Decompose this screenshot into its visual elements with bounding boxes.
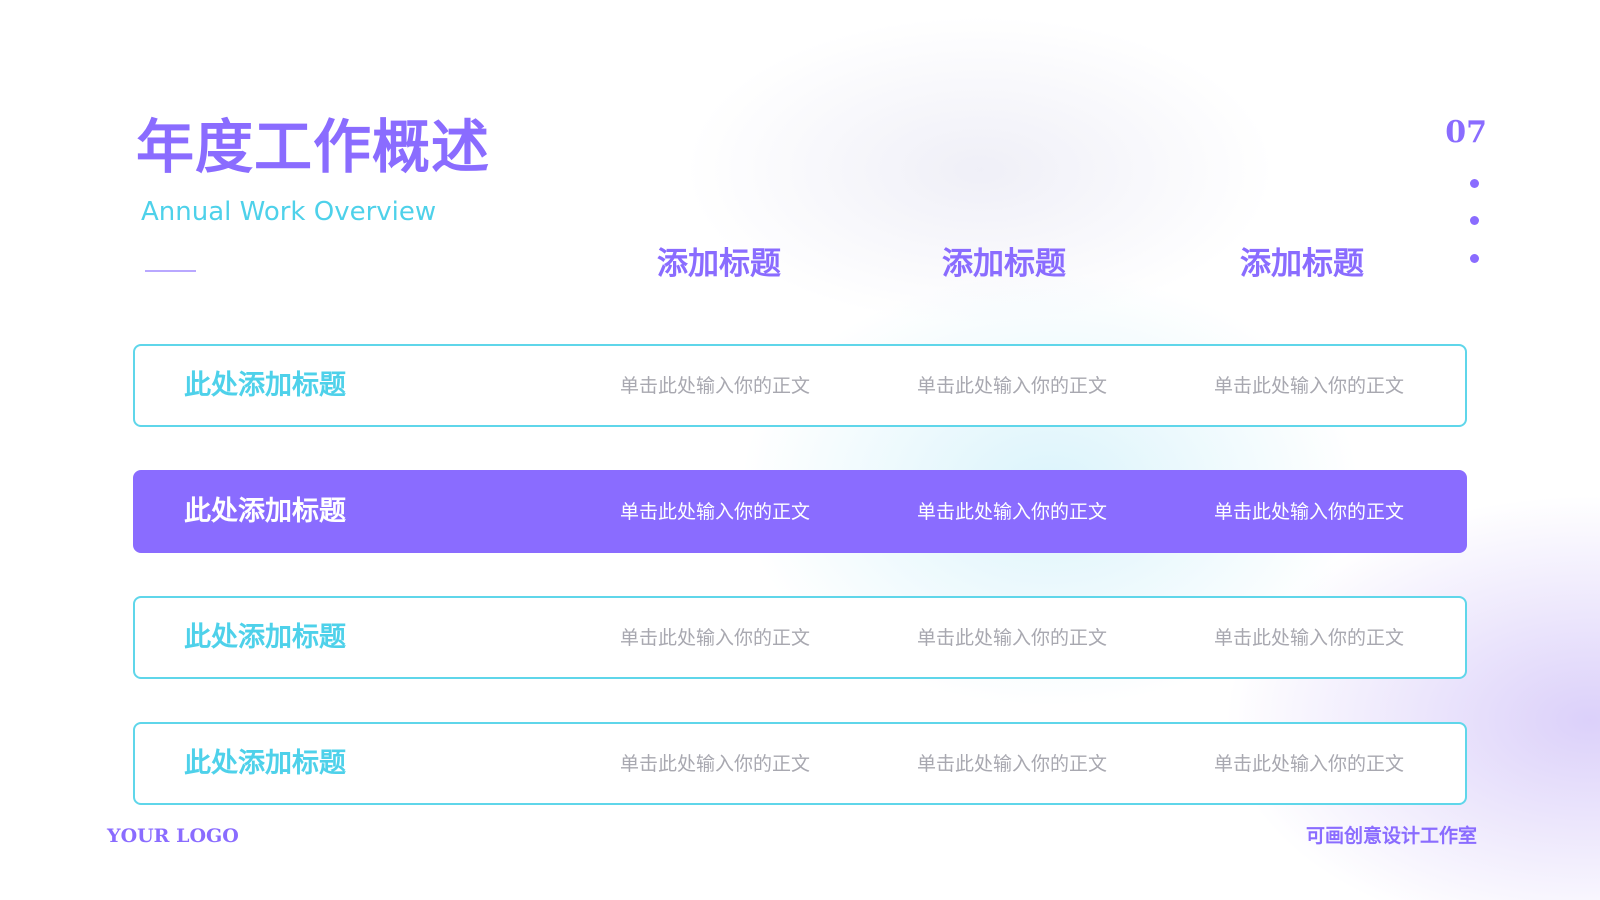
column-header: 添加标题: [1240, 246, 1364, 282]
title-underline-divider: [145, 270, 196, 272]
row-cell-text[interactable]: 单击此处输入你的正文: [892, 496, 1132, 528]
slide: 年度工作概述 Annual Work Overview 07 添加标题 添加标题…: [0, 0, 1600, 900]
row-cell-text[interactable]: 单击此处输入你的正文: [1189, 748, 1429, 780]
row-cell-text[interactable]: 单击此处输入你的正文: [1189, 496, 1429, 528]
column-header: 添加标题: [657, 246, 781, 282]
slide-title: 年度工作概述: [136, 113, 491, 181]
table-row: 此处添加标题 单击此处输入你的正文 单击此处输入你的正文 单击此处输入你的正文: [133, 596, 1467, 679]
row-cell-text[interactable]: 单击此处输入你的正文: [1189, 622, 1429, 654]
table-row: 此处添加标题 单击此处输入你的正文 单击此处输入你的正文 单击此处输入你的正文: [133, 344, 1467, 427]
table-row-highlighted: 此处添加标题 单击此处输入你的正文 单击此处输入你的正文 单击此处输入你的正文: [133, 470, 1467, 553]
decor-dot-icon: [1470, 179, 1479, 188]
row-cell-text[interactable]: 单击此处输入你的正文: [1189, 370, 1429, 402]
row-cell-text[interactable]: 单击此处输入你的正文: [892, 622, 1132, 654]
page-number: 07: [1445, 115, 1487, 150]
decor-dot-icon: [1470, 216, 1479, 225]
table-row: 此处添加标题 单击此处输入你的正文 单击此处输入你的正文 单击此处输入你的正文: [133, 722, 1467, 805]
column-header: 添加标题: [942, 246, 1066, 282]
row-cell-text[interactable]: 单击此处输入你的正文: [595, 622, 835, 654]
slide-subtitle: Annual Work Overview: [141, 197, 437, 227]
studio-name: 可画创意设计工作室: [1305, 825, 1477, 847]
row-title[interactable]: 此处添加标题: [184, 743, 346, 785]
row-cell-text[interactable]: 单击此处输入你的正文: [595, 496, 835, 528]
row-cell-text[interactable]: 单击此处输入你的正文: [892, 748, 1132, 780]
row-title[interactable]: 此处添加标题: [184, 617, 346, 659]
row-cell-text[interactable]: 单击此处输入你的正文: [892, 370, 1132, 402]
row-cell-text[interactable]: 单击此处输入你的正文: [595, 748, 835, 780]
row-title[interactable]: 此处添加标题: [184, 491, 346, 533]
logo-text: YOUR LOGO: [107, 825, 239, 847]
row-title[interactable]: 此处添加标题: [184, 365, 346, 407]
row-cell-text[interactable]: 单击此处输入你的正文: [595, 370, 835, 402]
decor-dot-icon: [1470, 254, 1479, 263]
